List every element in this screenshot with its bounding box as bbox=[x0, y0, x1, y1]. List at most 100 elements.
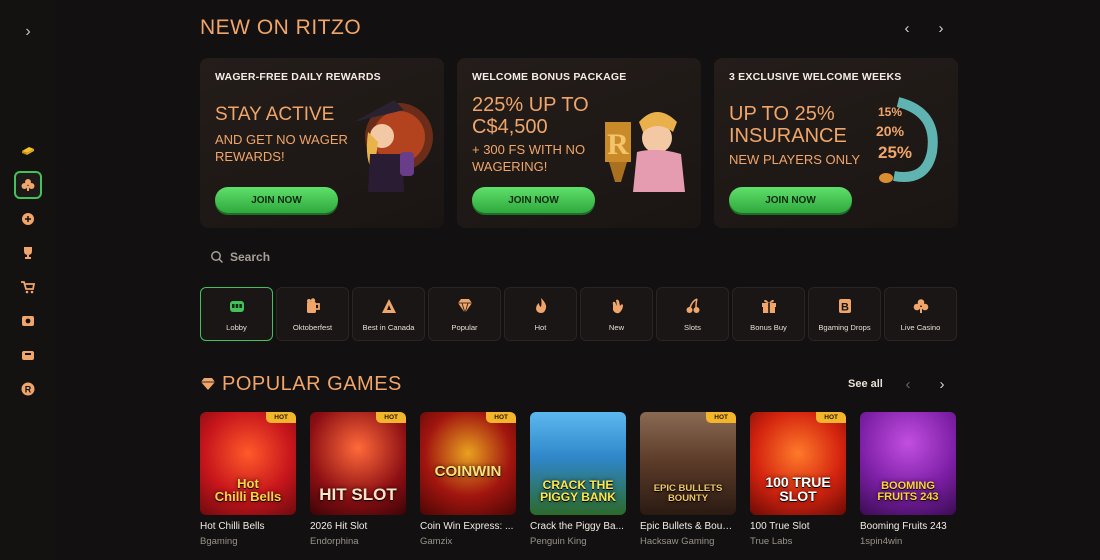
popular-games-list: HOT Hot Chilli Bells Hot Chilli Bells Bg… bbox=[200, 412, 956, 547]
svg-text:B: B bbox=[841, 301, 849, 313]
hot-badge: HOT bbox=[486, 412, 516, 423]
game-art-title: BOOMING FRUITS 243 bbox=[877, 480, 939, 503]
tab-lobby[interactable]: Lobby bbox=[200, 287, 273, 341]
promo-headline: UP TO 25% INSURANCE bbox=[729, 103, 847, 147]
game-name[interactable]: 100 True Slot bbox=[750, 521, 846, 532]
promo-next-arrow-icon[interactable]: › bbox=[930, 18, 952, 40]
tab-label: Popular bbox=[451, 322, 478, 332]
game-provider: 1spin4win bbox=[860, 536, 903, 547]
sidebar-item-casino[interactable] bbox=[14, 171, 42, 199]
game-thumbnail[interactable]: HOT Hot Chilli Bells bbox=[200, 412, 296, 515]
sidebar-item-promotions[interactable] bbox=[14, 341, 42, 369]
game-art-title: HIT SLOT bbox=[319, 485, 397, 504]
game-name[interactable]: Crack the Piggy Ba... bbox=[530, 521, 626, 532]
search-icon bbox=[211, 251, 224, 264]
promo-kicker: WELCOME BONUS PACKAGE bbox=[472, 71, 627, 83]
game-name[interactable]: Hot Chilli Bells bbox=[200, 521, 296, 532]
join-now-button[interactable]: JOIN NOW bbox=[215, 187, 338, 213]
game-name[interactable]: Epic Bullets & Boun... bbox=[640, 521, 736, 532]
tab-live-casino[interactable]: Live Casino bbox=[884, 287, 957, 341]
game-tile[interactable]: HOT COINWIN Coin Win Express: ... Gamzix bbox=[420, 412, 516, 547]
tab-label: New bbox=[608, 322, 625, 332]
games-prev-arrow-icon[interactable]: ‹ bbox=[897, 374, 919, 396]
game-tile[interactable]: HOT EPIC BULLETS BOUNTY Epic Bullets & B… bbox=[640, 412, 736, 547]
game-name[interactable]: Booming Fruits 243 bbox=[860, 521, 956, 532]
game-art-title: CRACK THE PIGGY BANK bbox=[540, 478, 616, 504]
game-search[interactable] bbox=[200, 242, 500, 272]
join-now-button[interactable]: JOIN NOW bbox=[729, 187, 852, 213]
game-name[interactable]: Coin Win Express: ... bbox=[420, 521, 516, 532]
games-carousel-nav: ‹ › bbox=[897, 374, 953, 396]
tab-oktoberfest[interactable]: Oktoberfest bbox=[276, 287, 349, 341]
tab-popular[interactable]: Popular bbox=[428, 287, 501, 341]
game-tile[interactable]: HOT 100 TRUE SLOT 100 True Slot True Lab… bbox=[750, 412, 846, 547]
game-tile[interactable]: BOOMING FRUITS 243 Booming Fruits 243 1s… bbox=[860, 412, 956, 547]
promo-subtext: + 300 FS WITH NO WAGERING! bbox=[472, 142, 586, 174]
sidebar-item-ritzo[interactable]: R bbox=[14, 375, 42, 403]
game-art-title: EPIC BULLETS BOUNTY bbox=[653, 483, 723, 504]
game-thumbnail[interactable]: HOT COINWIN bbox=[420, 412, 516, 515]
new-on-title: NEW ON RITZO bbox=[200, 16, 362, 39]
svg-text:R: R bbox=[607, 128, 629, 161]
promo-headline: 225% UP TO C$4,500 bbox=[472, 94, 589, 138]
popular-games-title: POPULAR GAMES bbox=[222, 373, 402, 395]
game-thumbnail[interactable]: HOT EPIC BULLETS BOUNTY bbox=[640, 412, 736, 515]
b-badge-icon: B bbox=[838, 298, 851, 313]
promo-card-daily-rewards[interactable]: WAGER-FREE DAILY REWARDS STAY ACTIVE AND… bbox=[200, 58, 444, 228]
sidebar-item-tournaments[interactable] bbox=[14, 239, 42, 267]
tab-slots[interactable]: Slots bbox=[656, 287, 729, 341]
tab-new[interactable]: New bbox=[580, 287, 653, 341]
hot-badge: HOT bbox=[266, 412, 296, 423]
art-pct-3: 25% bbox=[878, 143, 912, 162]
r-coin-icon: R bbox=[21, 382, 35, 396]
game-provider: Bgaming bbox=[200, 536, 238, 547]
game-thumbnail[interactable]: CRACK THE PIGGY BANK bbox=[530, 412, 626, 515]
game-provider: Hacksaw Gaming bbox=[640, 536, 715, 547]
coin-stack-icon bbox=[22, 147, 34, 155]
game-name[interactable]: 2026 Hit Slot bbox=[310, 521, 406, 532]
hot-badge: HOT bbox=[376, 412, 406, 423]
sidebar-item-sports[interactable] bbox=[14, 205, 42, 233]
slot-machine-icon bbox=[229, 300, 244, 312]
hot-badge: HOT bbox=[816, 412, 846, 423]
games-next-arrow-icon[interactable]: › bbox=[931, 374, 953, 396]
game-thumbnail[interactable]: HOT 100 TRUE SLOT bbox=[750, 412, 846, 515]
sidebar-item-coins[interactable] bbox=[14, 136, 42, 164]
tab-bonus-buy[interactable]: Bonus Buy bbox=[732, 287, 805, 341]
game-thumbnail[interactable]: BOOMING FRUITS 243 bbox=[860, 412, 956, 515]
game-thumbnail[interactable]: HOT HIT SLOT bbox=[310, 412, 406, 515]
join-now-button[interactable]: JOIN NOW bbox=[472, 187, 595, 213]
promo-card-welcome-bonus[interactable]: WELCOME BONUS PACKAGE 225% UP TO C$4,500… bbox=[457, 58, 701, 228]
search-input[interactable] bbox=[230, 250, 470, 264]
sidebar-item-lottery[interactable] bbox=[14, 307, 42, 335]
sidebar-item-shop[interactable] bbox=[14, 273, 42, 301]
tab-bgaming-drops[interactable]: B Bgaming Drops bbox=[808, 287, 881, 341]
game-provider: Penguin King bbox=[530, 536, 587, 547]
tab-label: Bonus Buy bbox=[750, 322, 787, 332]
hand-wave-icon bbox=[612, 299, 623, 313]
gift-ticket-icon bbox=[22, 351, 34, 360]
game-tile[interactable]: HOT Hot Chilli Bells Hot Chilli Bells Bg… bbox=[200, 412, 296, 547]
tab-label: Best in Canada bbox=[362, 322, 415, 332]
hot-badge: HOT bbox=[706, 412, 736, 423]
tab-label: Live Casino bbox=[900, 322, 941, 332]
gift-box-icon bbox=[761, 299, 776, 313]
game-provider: Endorphina bbox=[310, 536, 359, 547]
lottery-ticket-icon bbox=[22, 316, 34, 326]
sidebar: › R bbox=[0, 0, 56, 560]
svg-text:R: R bbox=[25, 385, 32, 395]
game-tile[interactable]: HOT HIT SLOT 2026 Hit Slot Endorphina bbox=[310, 412, 406, 547]
cherries-icon bbox=[686, 297, 699, 313]
promo-kicker: 3 EXCLUSIVE WELCOME WEEKS bbox=[729, 71, 902, 83]
game-art-title: COINWIN bbox=[434, 463, 502, 480]
tab-best-in-canada[interactable]: Best in Canada bbox=[352, 287, 425, 341]
sidebar-expand-chevron-icon[interactable]: › bbox=[18, 22, 38, 42]
promo-prev-arrow-icon[interactable]: ‹ bbox=[896, 18, 918, 40]
game-tile[interactable]: CRACK THE PIGGY BANK Crack the Piggy Ba.… bbox=[530, 412, 626, 547]
tab-hot[interactable]: Hot bbox=[504, 287, 577, 341]
promo-kicker: WAGER-FREE DAILY REWARDS bbox=[215, 71, 381, 83]
see-all-link[interactable]: See all bbox=[848, 378, 883, 390]
diamond-icon bbox=[201, 378, 215, 390]
promo-card-insurance[interactable]: 3 EXCLUSIVE WELCOME WEEKS UP TO 25% INSU… bbox=[714, 58, 958, 228]
cowgirl-wheel-illustration bbox=[354, 100, 433, 192]
